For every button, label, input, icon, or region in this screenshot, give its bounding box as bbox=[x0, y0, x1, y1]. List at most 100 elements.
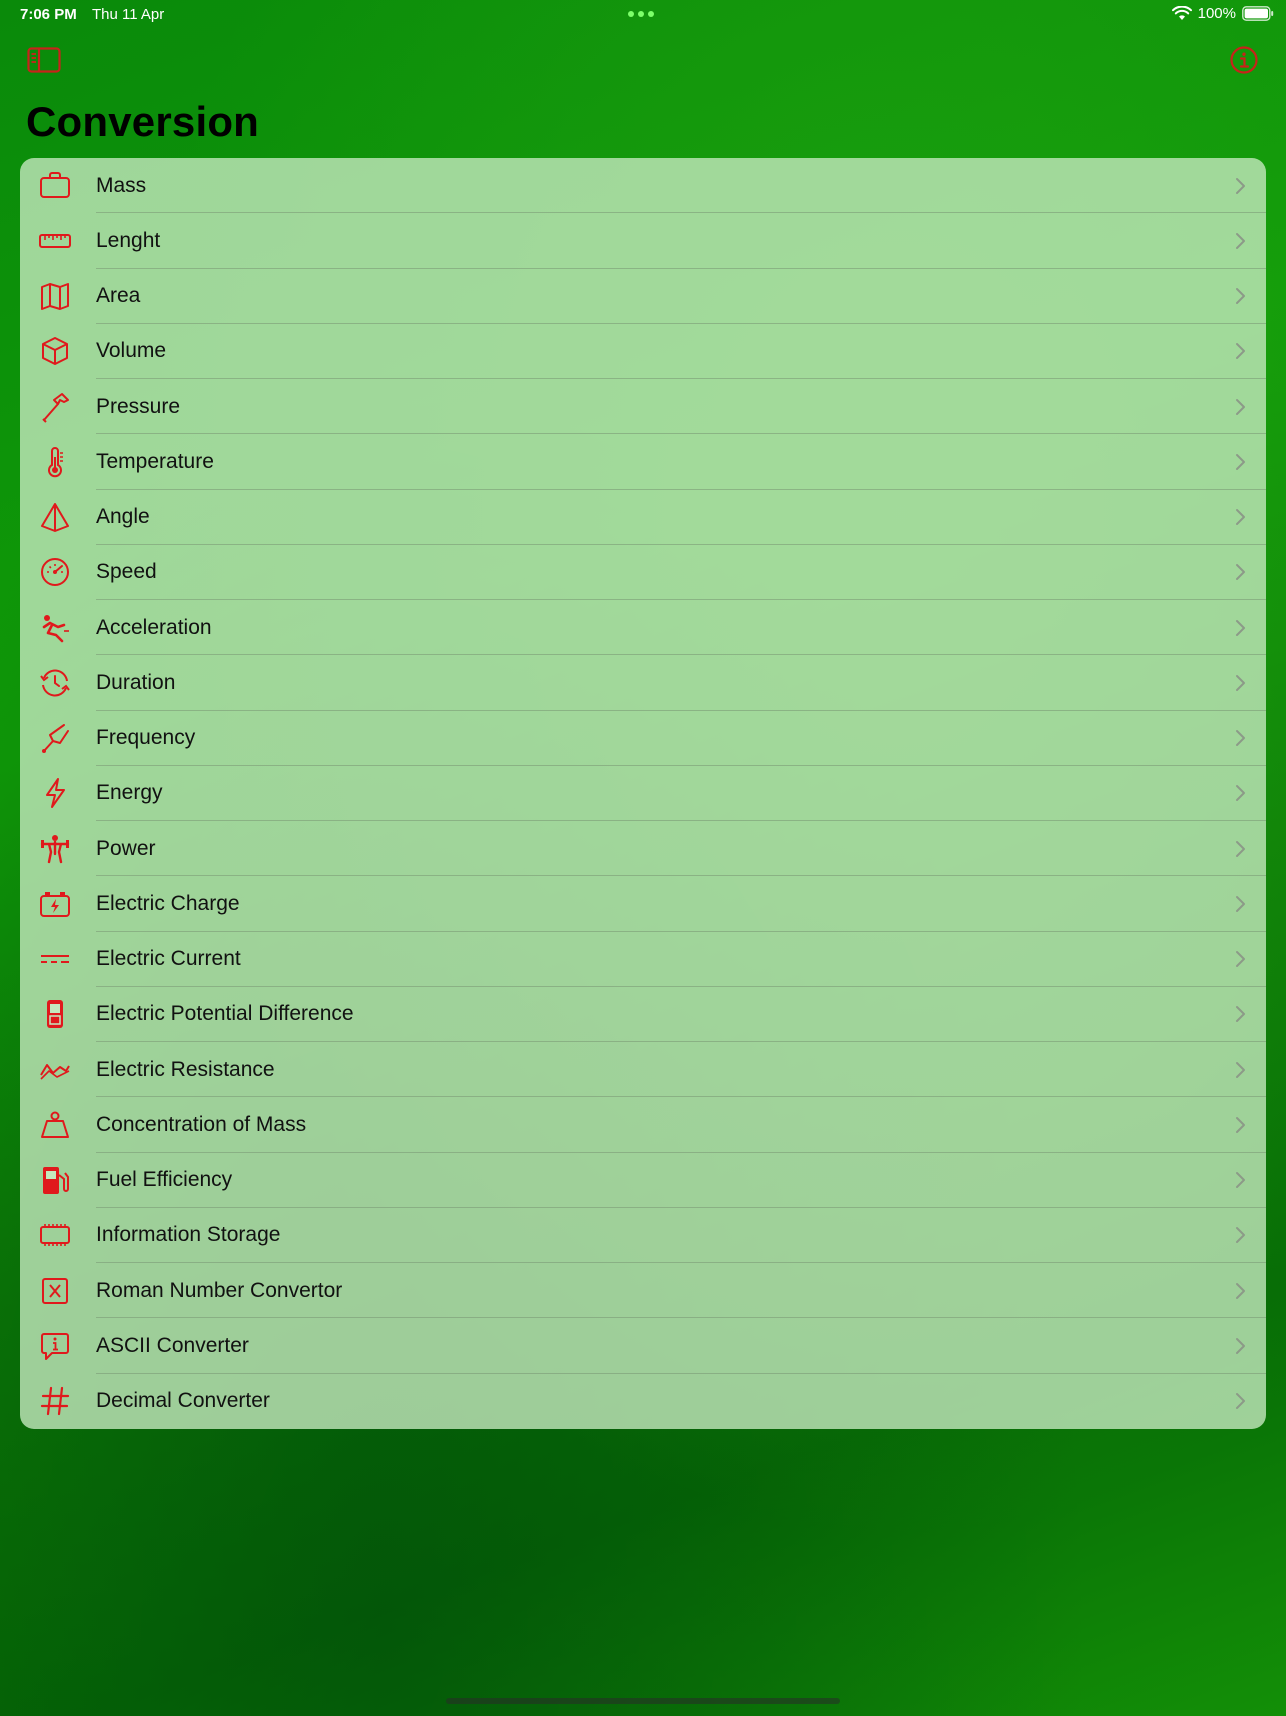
info-button[interactable] bbox=[1224, 44, 1264, 80]
x-square-icon bbox=[38, 1274, 72, 1308]
briefcase-icon bbox=[38, 169, 72, 203]
list-item[interactable]: Temperature bbox=[20, 434, 1266, 490]
list-item[interactable]: Angle bbox=[20, 490, 1266, 545]
chevron-right-icon bbox=[1234, 729, 1246, 747]
number-sign-icon bbox=[38, 1384, 72, 1418]
switch-icon bbox=[38, 997, 72, 1031]
list-item[interactable]: Volume bbox=[20, 324, 1266, 379]
status-right: 100% bbox=[1171, 5, 1274, 22]
chevron-right-icon bbox=[1234, 342, 1246, 360]
list-item[interactable]: Pressure bbox=[20, 379, 1266, 435]
battery-icon bbox=[1242, 6, 1274, 21]
list-item-label: Temperature bbox=[96, 449, 214, 473]
clock-arrows-icon bbox=[38, 666, 72, 700]
conversion-list: Mass Lenght Area Volume Pressure Tempera… bbox=[20, 158, 1266, 1429]
chevron-right-icon bbox=[1234, 453, 1246, 471]
battery-bolt-icon bbox=[38, 887, 72, 921]
chevron-right-icon bbox=[1234, 895, 1246, 913]
chevron-right-icon bbox=[1234, 1392, 1246, 1410]
dc-current-icon bbox=[38, 942, 72, 976]
list-item[interactable]: Electric Charge bbox=[20, 876, 1266, 932]
list-item-label: Roman Number Convertor bbox=[96, 1278, 343, 1302]
list-item-label: Frequency bbox=[96, 726, 196, 750]
multitasking-dots[interactable] bbox=[628, 11, 654, 17]
chevron-right-icon bbox=[1234, 1116, 1246, 1134]
list-item[interactable]: Speed bbox=[20, 545, 1266, 600]
list-item[interactable]: Information Storage bbox=[20, 1208, 1266, 1263]
list-item[interactable]: Electric Potential Difference bbox=[20, 987, 1266, 1042]
list-item-label: Fuel Efficiency bbox=[96, 1168, 233, 1192]
home-indicator[interactable] bbox=[446, 1698, 840, 1704]
page-title: Conversion bbox=[26, 98, 260, 145]
list-item[interactable]: Electric Current bbox=[20, 932, 1266, 987]
chevron-right-icon bbox=[1234, 177, 1246, 195]
list-item-label: ASCII Converter bbox=[96, 1333, 249, 1357]
list-item-label: Mass bbox=[96, 173, 147, 197]
list-item[interactable]: Decimal Converter bbox=[20, 1374, 1266, 1429]
list-item-label: Acceleration bbox=[96, 615, 212, 639]
list-item-label: Area bbox=[96, 284, 141, 308]
list-item-label: Energy bbox=[96, 781, 163, 805]
chevron-right-icon bbox=[1234, 232, 1246, 250]
list-item[interactable]: Duration bbox=[20, 655, 1266, 711]
fuel-pump-icon bbox=[38, 1163, 72, 1197]
chevron-right-icon bbox=[1234, 950, 1246, 968]
list-item-label: Power bbox=[96, 836, 156, 860]
list-item-label: Volume bbox=[96, 339, 167, 363]
list-item-label: Pressure bbox=[96, 394, 181, 418]
hammer-icon bbox=[38, 390, 72, 424]
speedometer-icon bbox=[38, 555, 72, 589]
list-item[interactable]: Concentration of Mass bbox=[20, 1097, 1266, 1153]
list-item[interactable]: Energy bbox=[20, 766, 1266, 821]
list-item[interactable]: Electric Resistance bbox=[20, 1042, 1266, 1098]
list-item[interactable]: Mass bbox=[20, 158, 1266, 214]
battery-percent: 100% bbox=[1197, 5, 1236, 22]
sidebar-toggle-button[interactable] bbox=[24, 44, 64, 80]
status-time: 7:06 PM bbox=[20, 6, 77, 23]
chevron-right-icon bbox=[1234, 1337, 1246, 1355]
chevron-right-icon bbox=[1234, 508, 1246, 526]
scale-weight-icon bbox=[38, 1108, 72, 1142]
status-date: Thu 11 Apr bbox=[92, 6, 165, 23]
chevron-right-icon bbox=[1234, 398, 1246, 416]
cube-icon bbox=[38, 334, 72, 368]
memory-chip-icon bbox=[38, 1218, 72, 1252]
chevron-right-icon bbox=[1234, 674, 1246, 692]
list-item-label: Electric Current bbox=[96, 947, 241, 971]
info-bubble-icon bbox=[38, 1329, 72, 1363]
status-bar: 7:06 PM Thu 11 Apr 100% bbox=[0, 0, 1286, 30]
chevron-right-icon bbox=[1234, 840, 1246, 858]
chevron-right-icon bbox=[1234, 1226, 1246, 1244]
list-item-label: Information Storage bbox=[96, 1223, 281, 1247]
list-item[interactable]: Power bbox=[20, 821, 1266, 877]
list-item[interactable]: Frequency bbox=[20, 711, 1266, 766]
chevron-right-icon bbox=[1234, 1171, 1246, 1189]
chevron-right-icon bbox=[1234, 563, 1246, 581]
chevron-right-icon bbox=[1234, 1061, 1246, 1079]
chevron-right-icon bbox=[1234, 1005, 1246, 1023]
list-item-label: Duration bbox=[96, 670, 176, 694]
tuning-fork-icon bbox=[38, 721, 72, 755]
list-item-label: Concentration of Mass bbox=[96, 1112, 307, 1136]
chevron-right-icon bbox=[1234, 619, 1246, 637]
list-item-label: Angle bbox=[96, 505, 150, 529]
waveform-icon bbox=[38, 1053, 72, 1087]
list-item[interactable]: Fuel Efficiency bbox=[20, 1153, 1266, 1208]
list-item[interactable]: ASCII Converter bbox=[20, 1318, 1266, 1374]
list-item[interactable]: Lenght bbox=[20, 213, 1266, 269]
chevron-right-icon bbox=[1234, 1282, 1246, 1300]
list-item-label: Electric Potential Difference bbox=[96, 1002, 354, 1026]
list-item[interactable]: Acceleration bbox=[20, 600, 1266, 656]
figure-fall-icon bbox=[38, 611, 72, 645]
bolt-icon bbox=[38, 776, 72, 810]
list-item-label: Electric Resistance bbox=[96, 1057, 275, 1081]
list-item-label: Lenght bbox=[96, 228, 161, 252]
sidebar-icon bbox=[27, 46, 61, 78]
ruler-icon bbox=[38, 224, 72, 258]
pyramid-icon bbox=[38, 500, 72, 534]
list-item[interactable]: Roman Number Convertor bbox=[20, 1263, 1266, 1319]
map-icon bbox=[38, 279, 72, 313]
list-item[interactable]: Area bbox=[20, 269, 1266, 324]
wifi-icon bbox=[1171, 6, 1192, 21]
info-icon bbox=[1229, 45, 1259, 80]
